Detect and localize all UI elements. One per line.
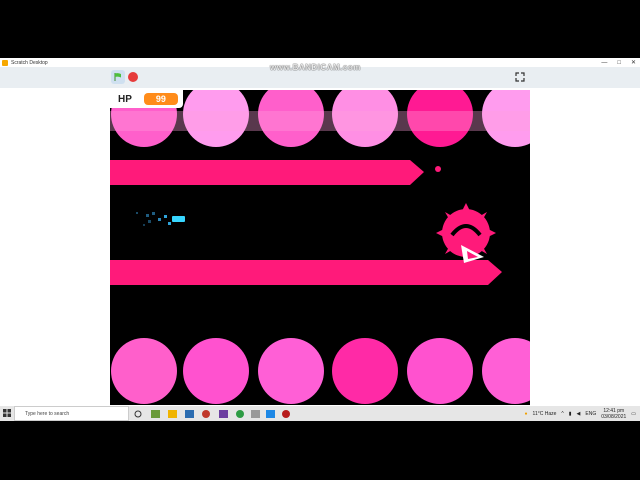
windows-taskbar: Type here to search ● 11°C Haze ^ ▮ ◀ EN… [0, 406, 640, 421]
clock-date: 03/08/2021 [601, 413, 627, 420]
stop-button[interactable] [128, 72, 138, 82]
bottom-circle [332, 338, 398, 404]
bottom-circle [482, 338, 530, 404]
fullscreen-button[interactable] [512, 69, 528, 85]
windows-start-icon[interactable] [3, 409, 11, 417]
recording-watermark: www.BANDICAM.com [270, 63, 361, 72]
volume-icon[interactable]: ◀ [577, 411, 581, 417]
bottom-circle [111, 338, 177, 404]
player-square [136, 212, 185, 226]
clock[interactable]: 12:41 pm 03/08/2021 [601, 408, 626, 420]
bottom-circle [258, 338, 324, 404]
minimize-button[interactable]: — [601, 60, 607, 66]
weather-text[interactable]: 11°C Haze [533, 411, 557, 417]
hp-display: HP 99 [110, 90, 183, 108]
fullscreen-icon [515, 72, 525, 82]
green-flag-icon [114, 73, 121, 81]
system-tray: ● 11°C Haze ^ ▮ ◀ ENG 12:41 pm 03/08/202… [525, 406, 637, 421]
chevron-up-icon[interactable]: ^ [561, 411, 563, 417]
notification-icon[interactable]: ▭ [631, 411, 636, 417]
bottom-circle [183, 338, 249, 404]
network-icon[interactable]: ▮ [569, 411, 572, 417]
hp-label: HP [118, 93, 132, 105]
close-button[interactable]: ✕ [631, 59, 636, 66]
desktop-screen: Scratch Desktop — □ ✕ www.BANDICAM.com H… [0, 58, 640, 421]
taskbar-search[interactable]: Type here to search [14, 406, 129, 421]
weather-icon: ● [524, 410, 528, 417]
window-controls: — □ ✕ [601, 58, 636, 67]
maximize-button[interactable]: □ [617, 60, 621, 66]
top-highlight-band [110, 111, 530, 131]
green-flag-button[interactable] [111, 70, 125, 84]
game-stage[interactable]: HP 99 [110, 90, 530, 405]
search-placeholder: Type here to search [25, 410, 70, 417]
taskbar-pinned-apps[interactable] [134, 409, 294, 419]
language-indicator[interactable]: ENG [585, 411, 596, 417]
hp-value: 99 [143, 93, 178, 105]
bottom-circle [407, 338, 473, 404]
hazard-bar-top-tip [410, 160, 441, 185]
scratch-app-icon [2, 59, 8, 66]
window-title: Scratch Desktop [11, 59, 48, 66]
arrow-pointer [461, 245, 484, 263]
